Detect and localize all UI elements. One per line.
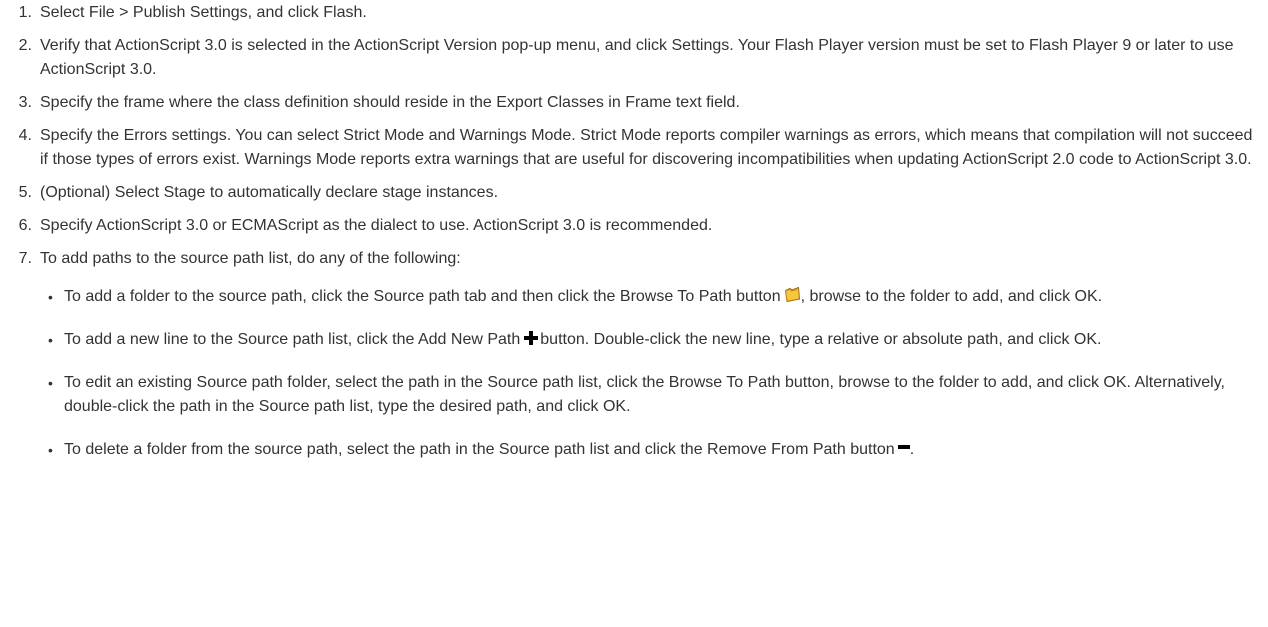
step-number: 5. — [18, 184, 32, 201]
subitem-text-after: button. Double-click the new line, type … — [540, 331, 1102, 348]
subitem-browse-folder: • To add a folder to the source path, cl… — [0, 285, 1268, 309]
step-item-5: 5. (Optional) Select Stage to automatica… — [0, 181, 1268, 205]
step-text: Verify that ActionScript 3.0 is selected… — [40, 37, 1234, 78]
step-text: Specify the frame where the class defini… — [40, 94, 740, 111]
step-text: Specify ActionScript 3.0 or ECMAScript a… — [40, 217, 713, 234]
subitem-text-after: . — [909, 441, 915, 458]
subitem-text: To edit an existing Source path folder, … — [64, 374, 1225, 415]
subitem-text-before: To delete a folder from the source path,… — [64, 441, 895, 458]
subitem-add-path: • To add a new line to the Source path l… — [0, 328, 1268, 352]
step-item-4: 4. Specify the Errors settings. You can … — [0, 124, 1268, 172]
step-number: 2. — [18, 37, 32, 54]
bullet: • — [48, 442, 53, 458]
step-text: Specify the Errors settings. You can sel… — [40, 127, 1253, 168]
step-number: 1. — [18, 4, 32, 21]
subitem-text-after: , browse to the folder to add, and click… — [800, 288, 1103, 305]
step-number: 7. — [18, 250, 32, 267]
step-item-1: 1. Select File > Publish Settings, and c… — [0, 1, 1268, 25]
steps-list: 1. Select File > Publish Settings, and c… — [0, 1, 1268, 271]
subitem-edit-path: • To edit an existing Source path folder… — [0, 371, 1268, 419]
plus-icon — [524, 329, 539, 345]
subitem-text-before: To add a new line to the Source path lis… — [64, 331, 521, 348]
step-item-2: 2. Verify that ActionScript 3.0 is selec… — [0, 34, 1268, 82]
step-text: Select File > Publish Settings, and clic… — [40, 4, 367, 21]
minus-icon — [897, 438, 910, 452]
subitem-delete-path: • To delete a folder from the source pat… — [0, 438, 1268, 462]
step-number: 6. — [18, 217, 32, 234]
step-number: 3. — [18, 94, 32, 111]
folder-icon — [784, 286, 801, 303]
step-text: (Optional) Select Stage to automatically… — [40, 184, 499, 201]
step-item-7: 7. To add paths to the source path list,… — [0, 247, 1268, 271]
source-path-options-list: • To add a folder to the source path, cl… — [0, 285, 1268, 462]
subitem-text-before: To add a folder to the source path, clic… — [64, 288, 781, 305]
document-content: 1. Select File > Publish Settings, and c… — [0, 0, 1268, 462]
step-number: 4. — [18, 127, 32, 144]
step-text: To add paths to the source path list, do… — [40, 250, 461, 267]
bullet: • — [48, 289, 53, 305]
bullet: • — [48, 332, 53, 348]
step-item-6: 6. Specify ActionScript 3.0 or ECMAScrip… — [0, 214, 1268, 238]
step-item-3: 3. Specify the frame where the class def… — [0, 91, 1268, 115]
bullet: • — [48, 375, 53, 391]
